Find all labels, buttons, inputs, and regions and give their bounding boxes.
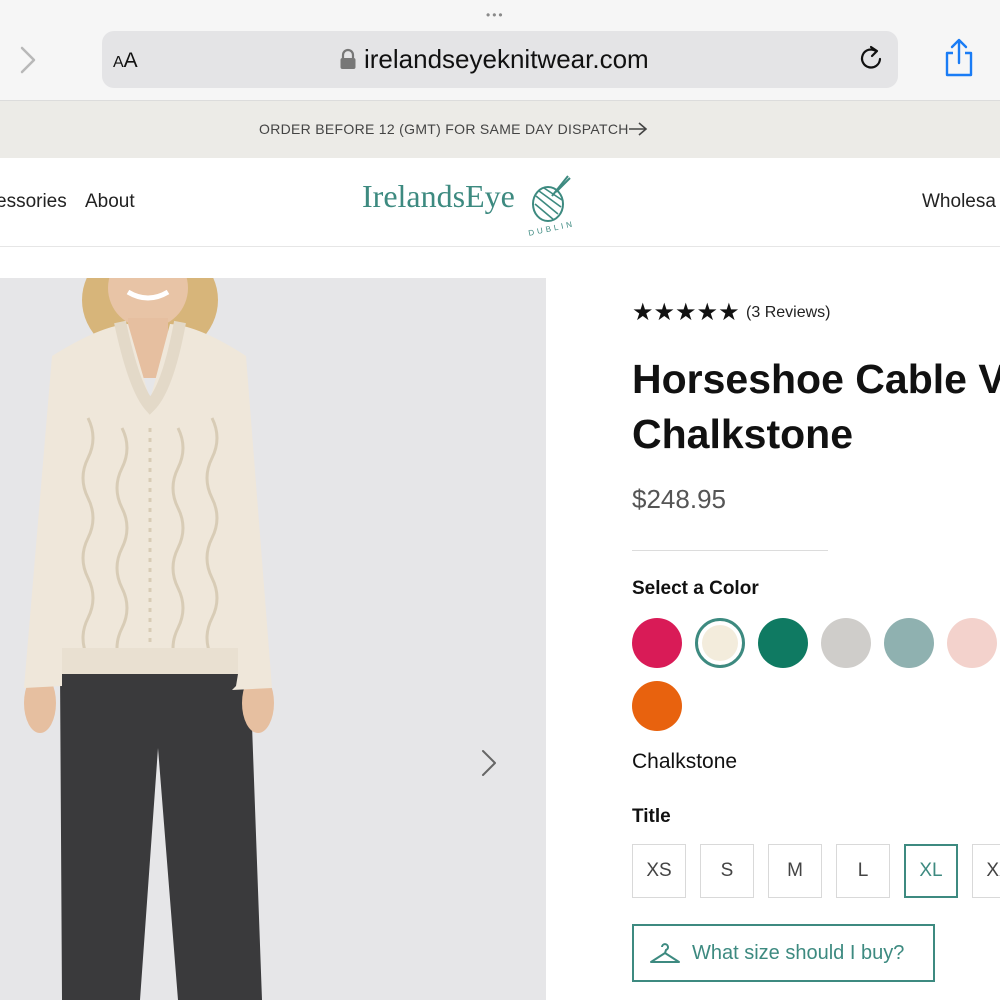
color-swatch-chalkstone[interactable] <box>695 618 745 668</box>
announcement-bar[interactable]: ORDER BEFORE 12 (GMT) FOR SAME DAY DISPA… <box>0 101 1000 158</box>
size-option-xxl[interactable]: XX <box>972 844 1000 898</box>
model-sweater-photo <box>0 278 546 1000</box>
announcement-text[interactable]: ORDER BEFORE 12 (GMT) FOR SAME DAY DISPA… <box>259 121 629 137</box>
share-icon[interactable] <box>942 38 976 78</box>
next-image-arrow-icon[interactable] <box>478 748 500 778</box>
star-icon: ★ <box>696 299 719 326</box>
size-option-l[interactable]: L <box>836 844 890 898</box>
address-bar[interactable]: AA irelandseyeknitwear.com <box>102 31 898 88</box>
size-option-s[interactable]: S <box>700 844 754 898</box>
product-image[interactable] <box>0 278 546 1000</box>
size-option-m[interactable]: M <box>768 844 822 898</box>
star-icon: ★ <box>718 299 740 326</box>
divider <box>632 550 828 551</box>
color-swatch-pink[interactable] <box>632 618 682 668</box>
star-icon: ★ <box>675 299 697 326</box>
nav-item-about[interactable]: About <box>85 191 135 212</box>
reviews-count[interactable]: (3 Reviews) <box>746 304 830 321</box>
arrow-right-icon[interactable] <box>628 121 648 137</box>
product-title-line-2: Chalkstone <box>632 411 853 457</box>
size-option-xs[interactable]: XS <box>632 844 686 898</box>
product-title: Horseshoe Cable V Chalkstone <box>632 352 1000 462</box>
reader-text-size-button[interactable]: AA <box>113 49 138 73</box>
nav-item-wholesale[interactable]: Wholesa <box>922 191 996 213</box>
lock-icon <box>340 48 356 69</box>
hanger-icon <box>650 943 680 963</box>
star-icon: ★ <box>653 299 676 326</box>
color-label: Select a Color <box>632 578 759 599</box>
rating[interactable]: ★★★★★ (3 Reviews) <box>632 300 831 326</box>
size-guide-button[interactable]: What size should I buy? <box>632 924 935 982</box>
url-text[interactable]: irelandseyeknitwear.com <box>364 44 649 75</box>
color-swatch-blush[interactable] <box>947 618 997 668</box>
reload-icon[interactable] <box>858 45 886 75</box>
main-nav: essories About <box>0 191 149 213</box>
forward-arrow-icon[interactable] <box>18 42 40 78</box>
logo-wordmark: IrelandsEye <box>362 178 515 214</box>
nav-item-accessories[interactable]: essories <box>0 191 67 212</box>
selected-color-name: Chalkstone <box>632 750 738 773</box>
product-price: $248.95 <box>632 484 726 514</box>
color-swatch-aqua[interactable] <box>884 618 934 668</box>
color-swatch-orange[interactable] <box>632 681 682 731</box>
star-icon: ★ <box>632 299 654 326</box>
browser-toolbar: ••• AA irelandseyeknitwear.com <box>0 0 1000 101</box>
product-title-line-1: Horseshoe Cable V <box>632 356 1000 402</box>
color-swatch-grey[interactable] <box>821 618 871 668</box>
yarn-ball-logo-icon <box>532 175 571 222</box>
tab-overview-dots-icon[interactable]: ••• <box>486 8 505 22</box>
size-option-xl[interactable]: XL <box>904 844 958 898</box>
size-label: Title <box>632 806 671 827</box>
site-header: essories About IrelandsEye DUBLIN Wholes… <box>0 158 1000 247</box>
color-swatch-green[interactable] <box>758 618 808 668</box>
size-guide-label: What size should I buy? <box>692 942 905 964</box>
site-logo[interactable]: IrelandsEye DUBLIN <box>362 174 582 238</box>
